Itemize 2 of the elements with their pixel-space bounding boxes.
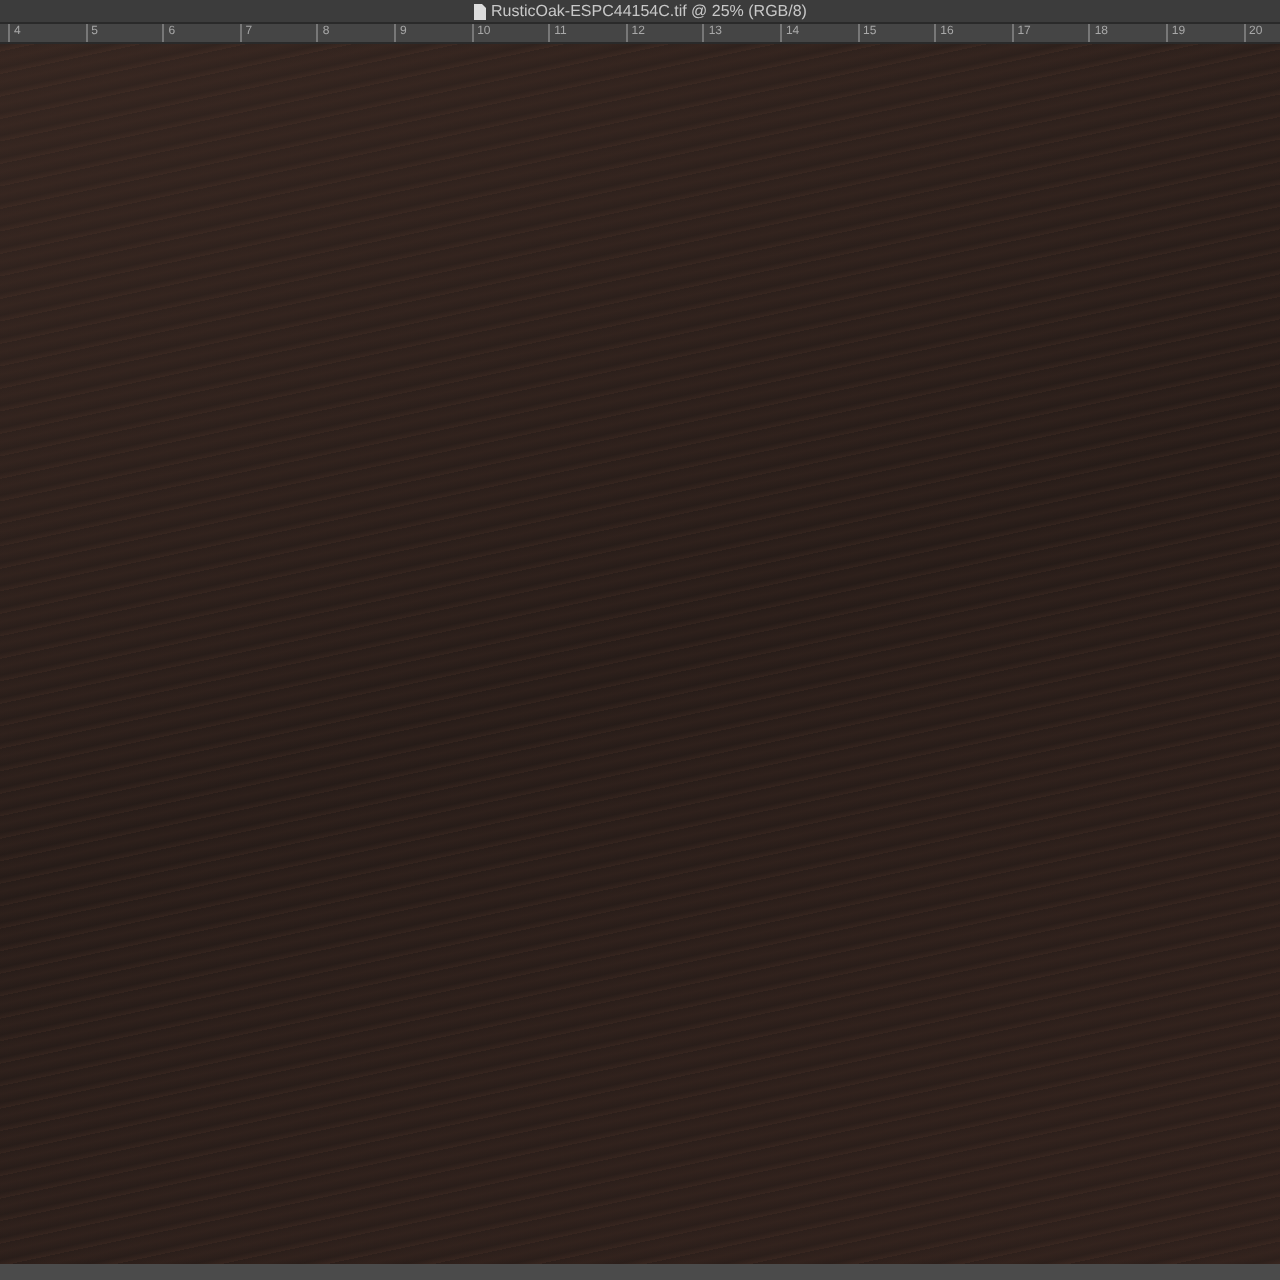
window-title: RusticOak-ESPC44154C.tif @ 25% (RGB/8) bbox=[491, 0, 807, 22]
document-icon bbox=[473, 3, 486, 19]
